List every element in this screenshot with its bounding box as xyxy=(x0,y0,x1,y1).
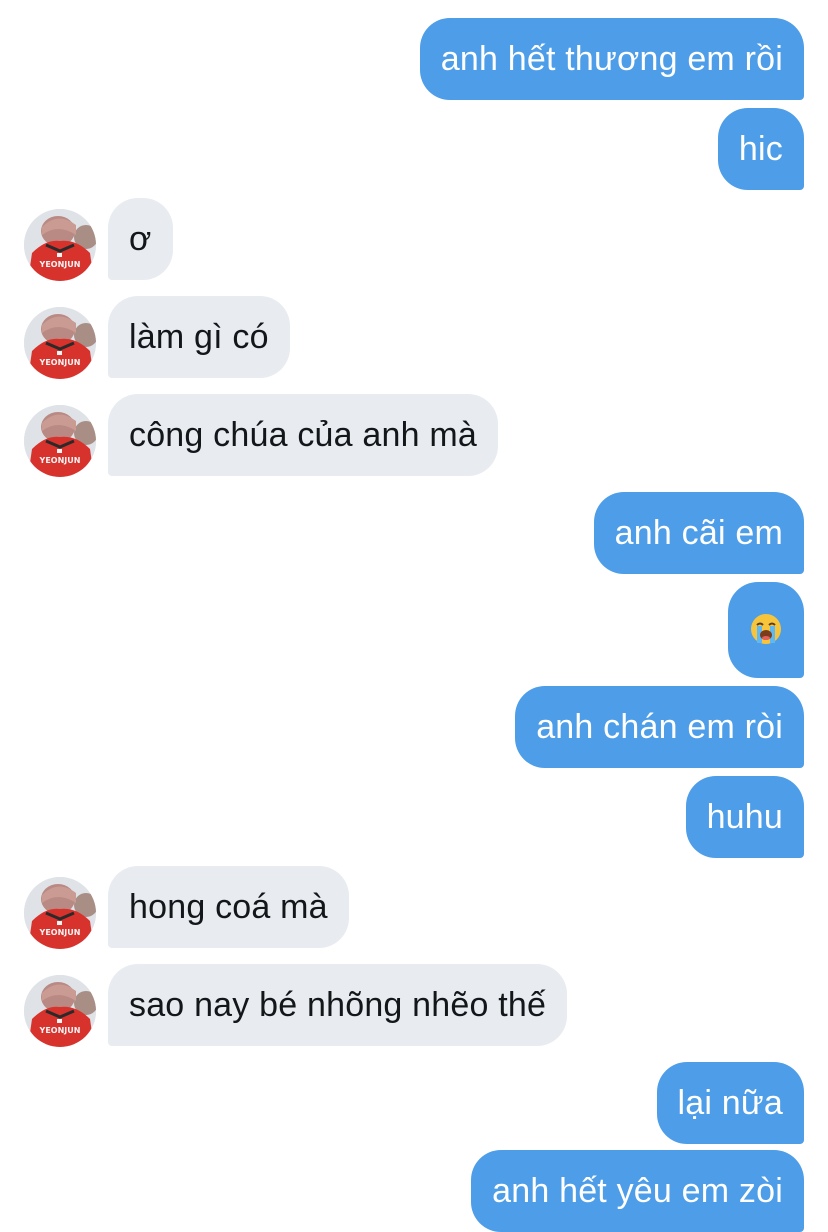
message-bubble-outgoing-emoji[interactable] xyxy=(728,582,804,678)
message-bubble-incoming[interactable]: sao nay bé nhõng nhẽo thế xyxy=(108,964,568,1046)
avatar-photo-icon xyxy=(24,209,96,281)
message-bubble-outgoing[interactable]: huhu xyxy=(685,776,804,858)
message-bubble-outgoing[interactable]: anh chán em ròi xyxy=(515,686,804,768)
avatar-photo-icon xyxy=(24,405,96,477)
message-bubble-outgoing[interactable]: lại nữa xyxy=(656,1062,804,1144)
loudly-crying-face-icon xyxy=(751,614,781,645)
message-bubble-incoming[interactable]: ơ xyxy=(108,198,173,280)
message-bubble-outgoing[interactable]: hic xyxy=(717,108,804,190)
message-bubble-outgoing[interactable]: anh cãi em xyxy=(593,492,804,574)
avatar-photo-icon xyxy=(24,877,96,949)
contact-avatar[interactable] xyxy=(24,307,96,379)
conversation-thread: anh hết thương em rồi hic ơ làm gì có cô… xyxy=(0,0,828,1232)
contact-avatar[interactable] xyxy=(24,975,96,1047)
avatar-photo-icon xyxy=(24,975,96,1047)
message-bubble-outgoing[interactable]: anh hết thương em rồi xyxy=(419,18,804,100)
message-bubble-incoming[interactable]: hong coá mà xyxy=(108,866,349,948)
contact-avatar[interactable] xyxy=(24,209,96,281)
message-bubble-incoming[interactable]: công chúa của anh mà xyxy=(108,394,499,476)
contact-avatar[interactable] xyxy=(24,405,96,477)
avatar-photo-icon xyxy=(24,307,96,379)
message-bubble-incoming[interactable]: làm gì có xyxy=(108,296,290,378)
contact-avatar[interactable] xyxy=(24,877,96,949)
message-bubble-outgoing[interactable]: anh hết yêu em zòi xyxy=(471,1150,804,1232)
